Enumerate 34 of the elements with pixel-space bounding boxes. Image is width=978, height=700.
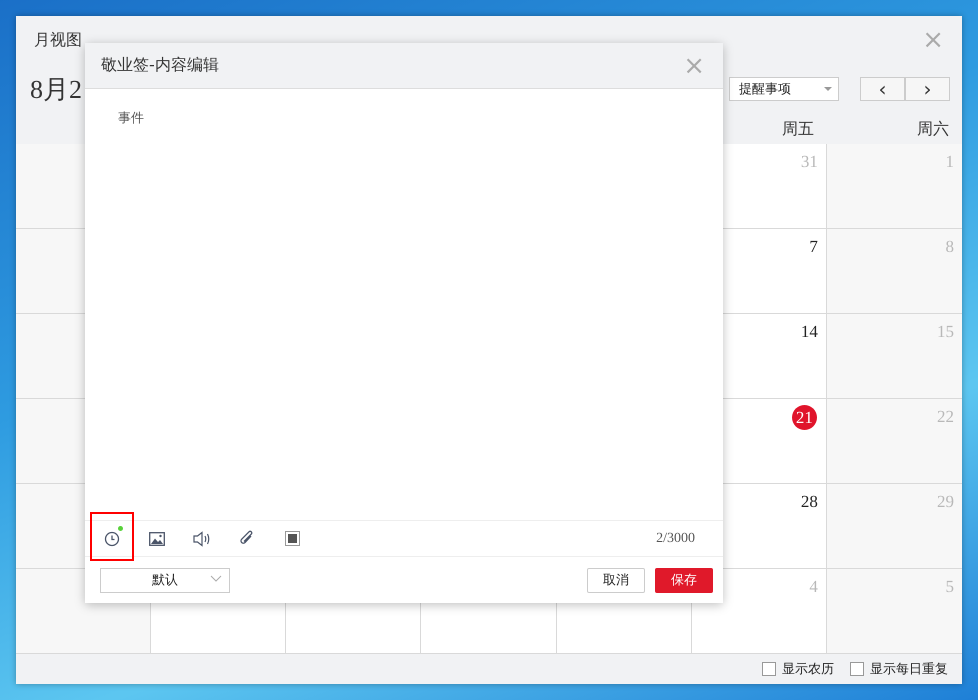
day-number: 22 — [936, 407, 954, 427]
weekday-label: 周六 — [916, 118, 949, 138]
next-button[interactable]: › — [905, 77, 950, 101]
clock-icon[interactable] — [104, 530, 120, 546]
day-number: 29 — [936, 492, 954, 512]
day-number: 5 — [945, 577, 954, 597]
dialog-title: 敬业签-内容编辑 — [101, 55, 219, 76]
weekday-label: 周五 — [782, 118, 814, 138]
day-number: 31 — [800, 152, 818, 172]
image-icon[interactable] — [149, 532, 165, 546]
previous-button[interactable]: ‹ — [860, 77, 905, 101]
checkbox-label[interactable]: 显示每日重复 — [870, 660, 948, 678]
category-dropdown[interactable]: 默认 — [100, 568, 230, 592]
day-number: 28 — [800, 492, 818, 512]
month-title: 8月2 — [30, 74, 83, 106]
checkbox[interactable] — [762, 662, 776, 676]
day-number: 21 — [792, 405, 817, 430]
day-number: 8 — [945, 237, 954, 257]
note-text[interactable]: 事件 — [118, 111, 144, 126]
day-number: 14 — [800, 322, 818, 342]
day-number: 15 — [936, 322, 954, 342]
filter-dropdown[interactable]: 提醒事项 — [729, 77, 839, 101]
day-number: 7 — [809, 237, 818, 257]
save-button[interactable]: 保存 — [655, 568, 713, 592]
window-title: 月视图 — [34, 30, 82, 50]
chevron-down-icon — [210, 574, 222, 582]
day-number: 1 — [945, 152, 954, 172]
day-number: 4 — [809, 577, 818, 597]
checkbox[interactable] — [850, 662, 864, 676]
paperclip-icon[interactable] — [239, 530, 255, 547]
cancel-button[interactable]: 取消 — [587, 568, 645, 592]
stop-icon[interactable] — [284, 531, 300, 546]
speaker-icon[interactable] — [192, 530, 212, 546]
checkbox-label[interactable]: 显示农历 — [782, 660, 834, 678]
